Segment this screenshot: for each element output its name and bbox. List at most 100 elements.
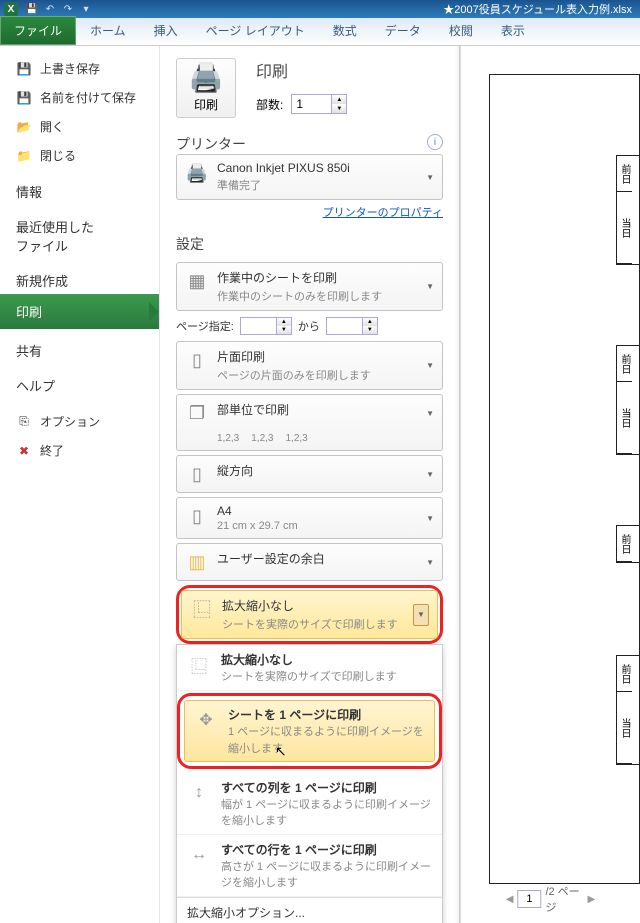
tab-data[interactable]: データ [371, 16, 435, 45]
folder-open-icon: 📂 [16, 119, 32, 135]
printer-name: Canon Inkjet PIXUS 850i [217, 161, 418, 175]
backstage: 💾上書き保存 💾名前を付けて保存 📂開く 📁閉じる 情報 最近使用したファイル … [0, 46, 640, 923]
orientation-dropdown[interactable]: ▯ 縦方向 ▼ [176, 455, 443, 493]
printer-status: 準備完了 [217, 177, 418, 193]
page-from-down[interactable]: ▼ [276, 326, 291, 334]
nav-label: 開く [40, 118, 64, 135]
nav-help[interactable]: ヘルプ [0, 364, 159, 399]
highlight-scale-dropdown: ⿺ 拡大縮小なしシートを実際のサイズで印刷します ▼ [176, 585, 443, 644]
paper-icon: ▯ [185, 504, 209, 528]
chevron-down-icon: ▼ [426, 361, 434, 370]
collate-icon: ❐ [185, 401, 209, 425]
tab-insert[interactable]: 挿入 [140, 16, 192, 45]
tab-review[interactable]: 校閲 [435, 16, 487, 45]
copies-up-button[interactable]: ▲ [331, 95, 346, 104]
print-button-label: 印刷 [194, 96, 218, 113]
undo-icon[interactable]: ↶ [42, 2, 58, 16]
nav-open[interactable]: 📂 開く [0, 112, 159, 141]
chevron-down-icon[interactable]: ▼ [413, 604, 429, 626]
page-to-label: から [298, 318, 320, 334]
preview-cell: 当日 [617, 382, 632, 454]
nav-save-as[interactable]: 💾 名前を付けて保存 [0, 83, 159, 112]
page-range-label: ページ指定: [176, 318, 234, 334]
tab-formulas[interactable]: 数式 [319, 16, 371, 45]
chevron-down-icon: ▼ [426, 173, 434, 182]
exit-icon: ✖ [16, 443, 32, 459]
preview-cell: 前日 [617, 346, 632, 382]
nav-options[interactable]: ⎘オプション [0, 407, 159, 436]
chevron-down-icon: ▼ [426, 470, 434, 479]
nav-print[interactable]: 印刷 [0, 294, 159, 329]
scaling-dropdown[interactable]: ⿺ 拡大縮小なしシートを実際のサイズで印刷します ▼ [181, 590, 438, 639]
scale-option-fit-columns[interactable]: ↕ すべての列を 1 ページに印刷幅が 1 ページに収まるように印刷イメージを縮… [177, 773, 442, 835]
page-to-up[interactable]: ▲ [362, 318, 377, 326]
current-page-input[interactable] [517, 890, 541, 908]
quick-access-toolbar: 💾 ↶ ↷ ▾ [24, 2, 94, 16]
next-page-button[interactable]: ▶ [588, 894, 596, 905]
collate-preview: 1,2,3 1,2,3 1,2,3 [185, 433, 434, 444]
settings-heading: 設定 [176, 234, 443, 254]
nav-label: 閉じる [40, 147, 76, 164]
printer-icon: 🖨️ [189, 64, 224, 92]
nav-label: 印刷 [16, 302, 42, 321]
scale-options-link[interactable]: 拡大縮小オプション... [177, 897, 442, 923]
info-icon[interactable]: i [427, 134, 443, 150]
nav-exit[interactable]: ✖終了 [0, 436, 159, 465]
chevron-down-icon: ▼ [426, 282, 434, 291]
preview-page: 前日 当日 前日 当日 前日 前日 当日 [489, 74, 640, 884]
nav-save[interactable]: 💾上書き保存 [0, 54, 159, 83]
chevron-down-icon: ▼ [426, 409, 434, 418]
print-settings-pane: 🖨️ 印刷 印刷 部数: ▲▼ プリンターi 🖨️ Canon Inkjet P… [160, 46, 460, 923]
noscale-icon: ⿺ [185, 651, 213, 679]
chevron-down-icon: ▼ [426, 558, 434, 567]
printer-heading: プリンター [176, 136, 246, 152]
tab-view[interactable]: 表示 [487, 16, 539, 45]
nav-label: オプション [40, 413, 100, 430]
print-preview-pane: 前日 当日 前日 当日 前日 前日 当日 ◀ /2 ページ ▶ [460, 46, 640, 923]
nav-label: 名前を付けて保存 [40, 89, 136, 106]
nav-recent[interactable]: 最近使用したファイル [0, 205, 159, 259]
collate-dropdown[interactable]: ❐ 部単位で印刷 ▼ 1,2,3 1,2,3 1,2,3 [176, 394, 443, 451]
printer-properties-link[interactable]: プリンターのプロパティ [176, 204, 443, 220]
save-icon[interactable]: 💾 [24, 2, 40, 16]
page-to-down[interactable]: ▼ [362, 326, 377, 334]
saveas-icon: 💾 [16, 90, 32, 106]
sheet-icon: ▦ [185, 269, 209, 293]
fit-page-icon: ✥ [192, 706, 220, 734]
page-from-up[interactable]: ▲ [276, 318, 291, 326]
tab-file[interactable]: ファイル [0, 16, 76, 45]
fit-columns-icon: ↕ [185, 779, 213, 807]
sides-dropdown[interactable]: ▯ 片面印刷ページの片面のみを印刷します ▼ [176, 341, 443, 390]
save-icon: 💾 [16, 61, 32, 77]
chevron-down-icon: ▼ [426, 514, 434, 523]
nav-new[interactable]: 新規作成 [0, 259, 159, 294]
print-heading: 印刷 [256, 58, 347, 82]
preview-cell: 前日 [617, 156, 632, 192]
highlight-fit-option: ✥ シートを 1 ページに印刷1 ページに収まるように印刷イメージを縮小します↖ [177, 693, 442, 769]
tab-home[interactable]: ホーム [76, 16, 140, 45]
tab-page-layout[interactable]: ページ レイアウト [192, 16, 319, 45]
scale-option-none[interactable]: ⿺ 拡大縮小なしシートを実際のサイズで印刷します [177, 645, 442, 691]
nav-share[interactable]: 共有 [0, 329, 159, 364]
redo-icon[interactable]: ↷ [60, 2, 76, 16]
total-pages-label: /2 ページ [545, 883, 583, 915]
scale-option-fit-sheet[interactable]: ✥ シートを 1 ページに印刷1 ページに収まるように印刷イメージを縮小します↖ [184, 700, 435, 762]
cursor-icon: ↖ [275, 743, 287, 760]
copies-down-button[interactable]: ▼ [331, 104, 346, 113]
page-controls: ◀ /2 ページ ▶ [506, 883, 596, 915]
nav-info[interactable]: 情報 [0, 170, 159, 205]
nav-close[interactable]: 📁閉じる [0, 141, 159, 170]
scale-option-fit-rows[interactable]: ↔ すべての行を 1 ページに印刷高さが 1 ページに収まるように印刷イメージを… [177, 835, 442, 897]
scaling-dropdown-panel: ⿺ 拡大縮小なしシートを実際のサイズで印刷します ✥ シートを 1 ページに印刷… [176, 644, 443, 923]
print-button[interactable]: 🖨️ 印刷 [176, 58, 236, 118]
paper-size-dropdown[interactable]: ▯ A421 cm x 29.7 cm ▼ [176, 497, 443, 539]
margins-dropdown[interactable]: ▥ ユーザー設定の余白 ▼ [176, 543, 443, 581]
qat-dropdown-icon[interactable]: ▾ [78, 2, 94, 16]
page-range-row: ページ指定: ▲▼ から ▲▼ [176, 317, 443, 335]
margins-icon: ▥ [185, 550, 209, 574]
print-area-dropdown[interactable]: ▦ 作業中のシートを印刷作業中のシートのみを印刷します ▼ [176, 262, 443, 311]
printer-dropdown[interactable]: 🖨️ Canon Inkjet PIXUS 850i 準備完了 ▼ [176, 154, 443, 200]
prev-page-button[interactable]: ◀ [506, 894, 514, 905]
copies-label: 部数: [256, 96, 283, 113]
printer-ready-icon: 🖨️ [185, 161, 209, 185]
